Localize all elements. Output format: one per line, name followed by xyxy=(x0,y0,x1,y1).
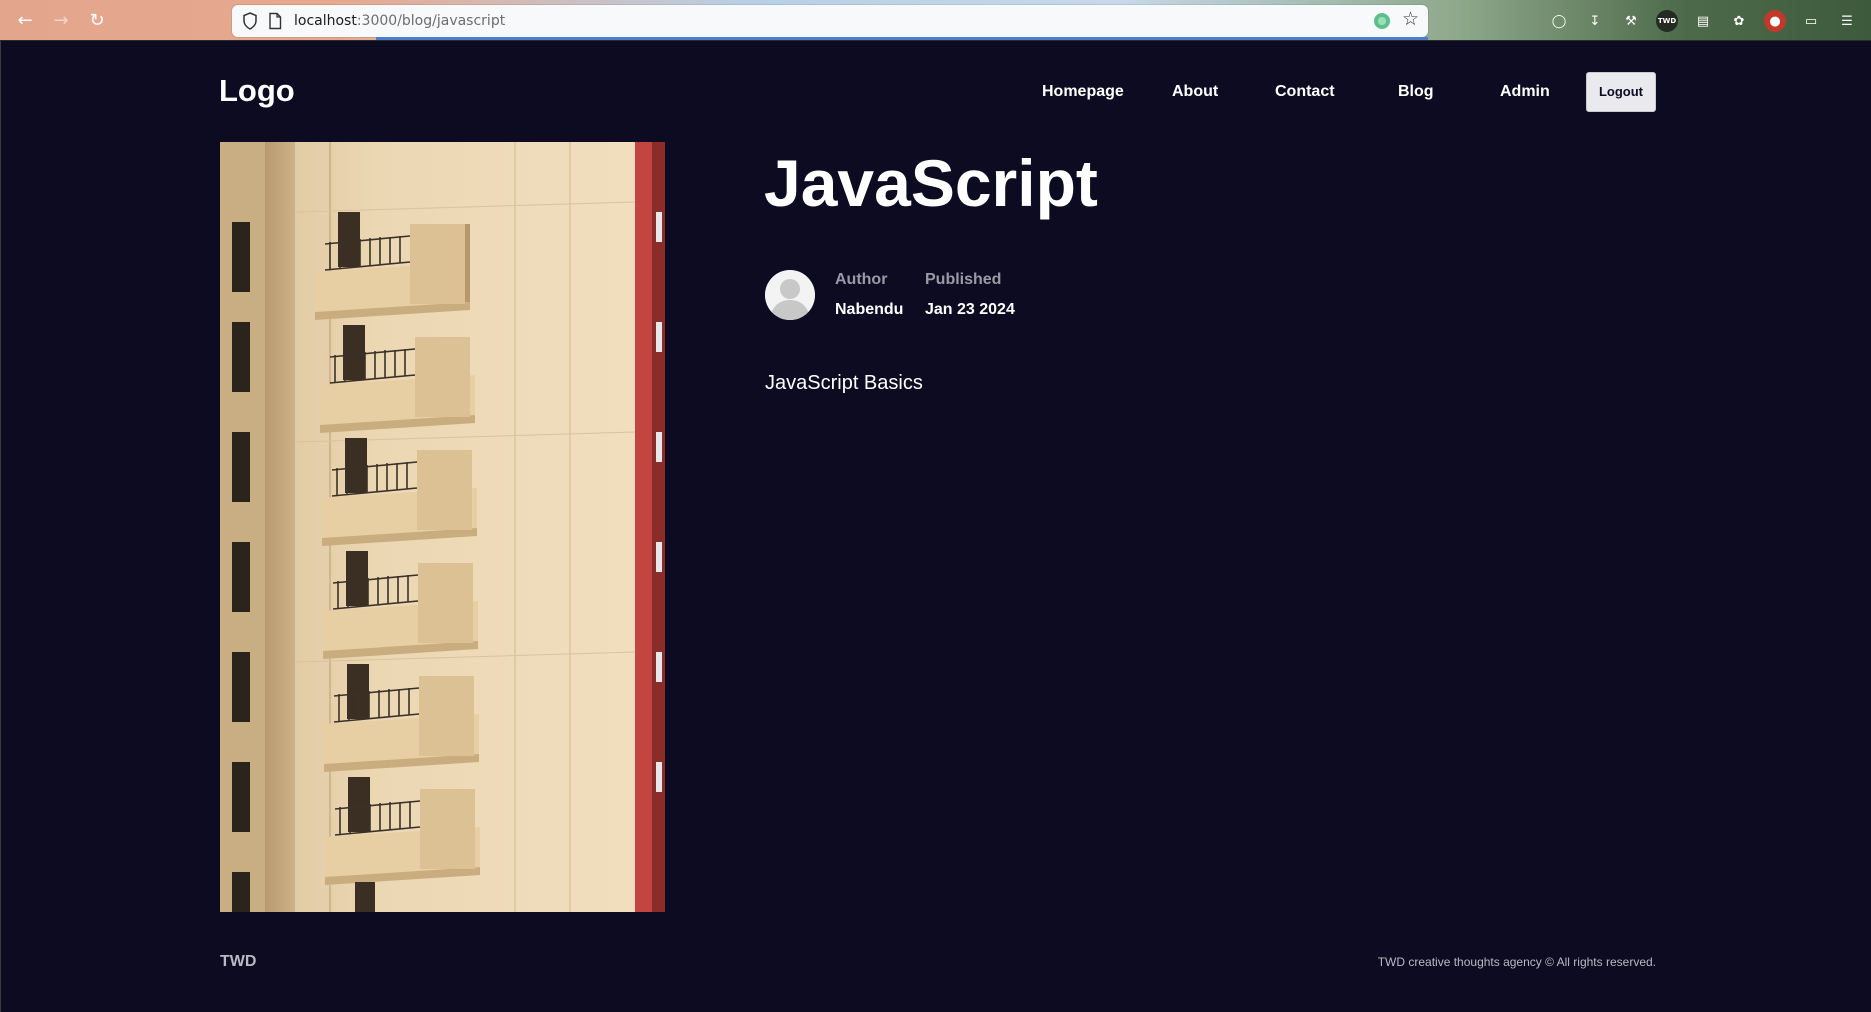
window-edge xyxy=(0,41,1,1012)
wrench-icon[interactable]: ⚒ xyxy=(1620,10,1642,32)
puzzle-icon[interactable]: ▭ xyxy=(1800,10,1822,32)
shield-icon[interactable] xyxy=(242,12,258,30)
nav-blog[interactable]: Blog xyxy=(1398,72,1434,112)
nav-homepage[interactable]: Homepage xyxy=(1042,72,1124,112)
url-loading-bar xyxy=(376,37,1428,40)
twd-extension-label: TWD xyxy=(1657,17,1677,25)
nav-contact[interactable]: Contact xyxy=(1275,72,1335,112)
nav-about[interactable]: About xyxy=(1172,72,1218,112)
post-title: JavaScript xyxy=(764,146,1098,220)
published-date: Jan 23 2024 xyxy=(925,301,1015,318)
logout-button[interactable]: Logout xyxy=(1586,72,1656,112)
post-description: JavaScript Basics xyxy=(765,372,923,394)
footer-copyright: TWD creative thoughts agency © All right… xyxy=(1377,955,1656,969)
author-name: Nabendu xyxy=(835,301,904,318)
url-path: :3000/blog/javascript xyxy=(356,13,506,29)
twd-extension-icon[interactable]: TWD xyxy=(1656,10,1678,32)
notes-icon[interactable]: ▤ xyxy=(1692,10,1714,32)
post-image xyxy=(220,142,665,912)
arrow-left-icon[interactable]: ← xyxy=(14,10,36,32)
page-icon xyxy=(269,12,282,30)
shield-extension-icon[interactable]: ◯ xyxy=(1548,10,1570,32)
bird-icon[interactable]: ✿ xyxy=(1728,10,1750,32)
user-avatar-icon xyxy=(765,270,815,320)
published-label: Published xyxy=(925,271,1002,288)
star-icon[interactable]: ☆ xyxy=(1402,9,1419,31)
page: Logo Homepage About Contact Blog Admin L… xyxy=(0,41,1871,1012)
arrow-right-icon[interactable]: → xyxy=(50,10,72,32)
footer-brand: TWD xyxy=(220,953,257,970)
url-bar[interactable]: localhost:3000/blog/javascript ☆ xyxy=(232,5,1428,37)
menu-icon[interactable]: ☰ xyxy=(1836,10,1858,32)
author-label: Author xyxy=(835,271,888,288)
browser-toolbar: ← → ↻ localhost:3000/blog/javascript ☆ ◯… xyxy=(0,0,1871,41)
toolbar-extensions: ◯ ↧ ⚒ TWD ▤ ✿ ● ▭ ☰ xyxy=(1548,8,1858,34)
url-host: localhost xyxy=(294,13,357,29)
download-icon[interactable]: ↧ xyxy=(1584,10,1606,32)
site-logo[interactable]: Logo xyxy=(219,71,295,111)
url-text[interactable]: localhost:3000/blog/javascript xyxy=(294,11,505,31)
reload-icon[interactable]: ↻ xyxy=(86,10,108,32)
extension-icon[interactable] xyxy=(1374,13,1390,29)
red-extension-icon[interactable]: ● xyxy=(1764,10,1786,32)
nav-admin[interactable]: Admin xyxy=(1500,72,1550,112)
